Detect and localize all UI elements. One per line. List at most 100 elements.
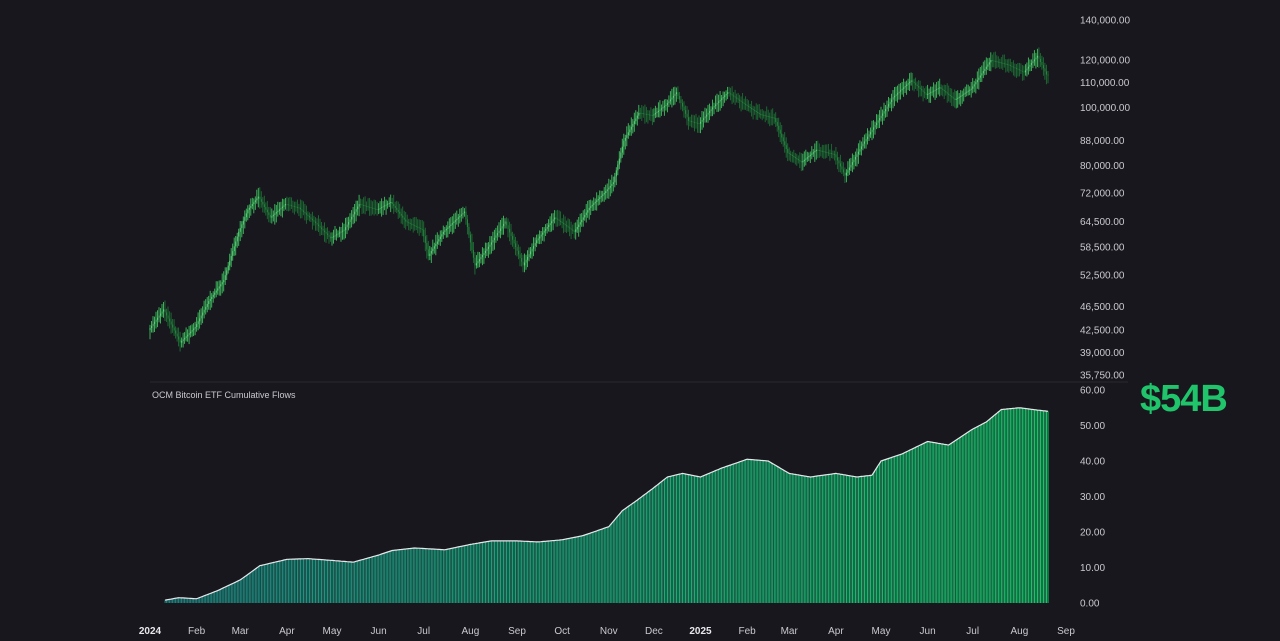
price-candle-body [642, 113, 644, 115]
price-candle-body [662, 107, 664, 109]
flow-bar [482, 542, 483, 603]
flow-bar [656, 485, 658, 603]
flow-bar [791, 473, 793, 603]
flow-bar [596, 530, 598, 603]
flow-bar [760, 460, 762, 603]
flow-bar [548, 541, 550, 603]
flow-bar [478, 542, 480, 603]
price-candle-body [429, 253, 431, 256]
price-candle-body [736, 97, 738, 99]
flow-bar [447, 549, 449, 603]
price-candle-body [202, 312, 204, 316]
flow-bar [212, 592, 214, 603]
price-candle-body [409, 223, 411, 224]
flow-bar [742, 460, 744, 603]
flow-bar [867, 475, 868, 603]
flow-bar [955, 440, 957, 603]
price-candle-body [781, 133, 783, 138]
flow-bar [606, 527, 608, 603]
price-candle-body [587, 210, 589, 213]
price-candle-body [301, 209, 303, 211]
flow-bar [542, 541, 544, 603]
price-candle-body [566, 225, 568, 227]
price-candle-body [611, 184, 613, 186]
flow-bar [609, 524, 611, 603]
price-candle-body [573, 230, 575, 232]
flow-bar [503, 540, 504, 603]
price-candle-body [358, 204, 360, 207]
price-candle-body [190, 331, 192, 334]
price-candle-body [960, 95, 962, 97]
price-candle-body [784, 141, 786, 146]
price-candle-body [454, 220, 456, 222]
price-candle-body [800, 161, 802, 163]
price-candle-body [275, 212, 277, 214]
price-candle-body [692, 121, 694, 123]
flow-bar [572, 537, 574, 603]
price-candle-body [284, 204, 286, 206]
price-candle-body [299, 207, 301, 210]
flow-bar [775, 465, 777, 603]
price-candle-body [388, 203, 390, 204]
price-candle-body [504, 221, 506, 224]
flow-bar [209, 593, 211, 603]
flow-bar [417, 548, 419, 603]
flow-bar [641, 496, 643, 603]
price-candle-body [701, 120, 703, 122]
price-candle-body [970, 88, 972, 90]
price-candle-body [244, 217, 246, 221]
flow-bar [710, 472, 712, 603]
flow-bar [432, 549, 434, 603]
flow-bar [330, 560, 331, 603]
price-candle-body [160, 313, 162, 316]
flow-bar [966, 433, 968, 603]
flow-bar [280, 560, 282, 603]
flow-bar [361, 559, 363, 603]
price-candle-body [430, 251, 432, 254]
price-candle-body [200, 315, 202, 319]
price-candle-body [848, 167, 850, 171]
price-candle-body [957, 97, 959, 99]
flow-bar [561, 539, 563, 603]
price-candle-body [788, 152, 790, 154]
flow-bar [1038, 410, 1040, 603]
price-candle-body [250, 206, 252, 208]
flow-bar [558, 540, 560, 603]
price-candle-body [531, 248, 533, 252]
price-candle-body [277, 210, 279, 213]
flow-bar [940, 443, 942, 603]
price-candle-body [599, 197, 601, 199]
flow-bar [191, 598, 193, 603]
price-candle-body [746, 104, 748, 106]
flow-bar [214, 591, 216, 603]
flow-bar [1020, 407, 1022, 603]
flow-bar [334, 560, 336, 603]
flow-bar [707, 473, 709, 603]
flow-bar [912, 448, 914, 603]
flow-bar [901, 453, 903, 603]
price-candle-body [152, 323, 154, 326]
flow-bar [670, 476, 671, 603]
price-candle-body [663, 106, 665, 108]
flow-bar [865, 475, 867, 603]
price-candle-body [683, 106, 685, 111]
flow-bar [1011, 408, 1013, 603]
flow-bar [964, 434, 966, 603]
price-candle-body [951, 96, 953, 98]
price-candle-body [478, 259, 480, 262]
flow-bar [349, 561, 351, 603]
price-candle-body [734, 96, 736, 98]
price-candle-body [799, 160, 801, 162]
flow-bar [858, 476, 859, 603]
flow-bar [778, 467, 780, 603]
price-candle-body [265, 207, 267, 210]
flow-bar [975, 427, 977, 603]
price-candle-body [879, 118, 881, 121]
price-candle-body [913, 81, 915, 84]
price-candle-body [829, 152, 831, 154]
flow-bar [229, 584, 231, 603]
flow-bar [787, 472, 789, 603]
flow-bar [632, 503, 634, 603]
price-candle-body [163, 309, 165, 312]
price-candle-body [233, 246, 235, 252]
